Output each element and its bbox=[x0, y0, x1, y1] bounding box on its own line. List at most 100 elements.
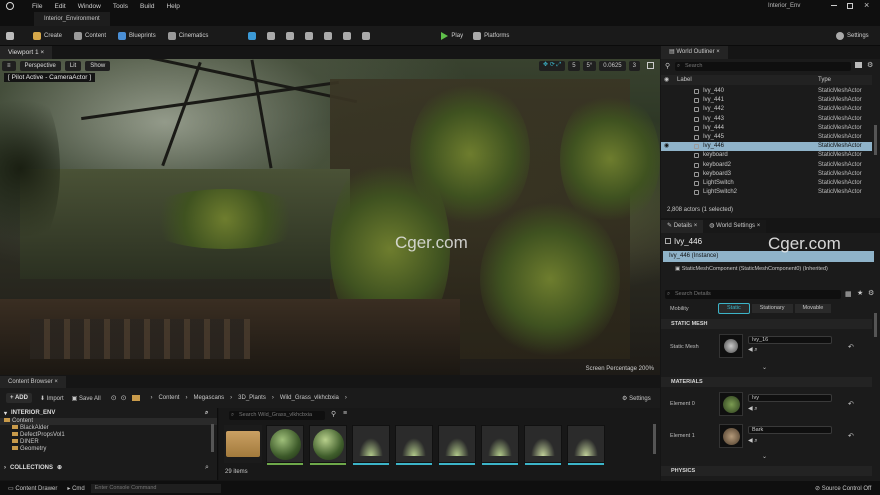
outliner-row[interactable]: keyboard StaticMeshActor bbox=[661, 151, 872, 160]
mobility-movable[interactable]: Movable bbox=[794, 304, 832, 313]
details-search-input[interactable]: ⌕ Search Details bbox=[665, 290, 841, 299]
camera-speed-value[interactable]: 3 bbox=[628, 61, 640, 71]
perspective-button[interactable]: Perspective bbox=[19, 61, 61, 71]
add-folder-icon[interactable] bbox=[855, 62, 862, 68]
outliner-row[interactable]: keyboard2 StaticMeshActor bbox=[661, 161, 872, 170]
menu-build[interactable]: Build bbox=[140, 3, 154, 10]
actor-name-field[interactable]: Ivy_446 bbox=[665, 237, 702, 246]
asset-actions-icons[interactable]: ◀ ⌕ bbox=[748, 437, 758, 445]
asset-thumb-grass-mesh[interactable] bbox=[395, 425, 433, 465]
element0-dropdown[interactable]: Ivy bbox=[748, 394, 832, 402]
animation-button[interactable] bbox=[362, 26, 373, 46]
breadcrumb-item[interactable]: 3D_Plants bbox=[238, 395, 266, 401]
add-collection-icon[interactable]: ⊕ bbox=[57, 464, 62, 471]
pilot-indicator[interactable]: [ Pilot Active - CameraActor ] bbox=[4, 73, 96, 82]
reset-arrow-icon[interactable]: ↶ bbox=[848, 343, 854, 351]
details-scrollbar[interactable] bbox=[874, 313, 877, 337]
menu-file[interactable]: File bbox=[32, 3, 42, 10]
close-tab-icon[interactable]: × bbox=[40, 49, 44, 56]
details-settings-icon[interactable]: ⚙ bbox=[868, 289, 874, 297]
world-outliner-tab[interactable]: ▤ World Outliner × bbox=[661, 46, 728, 59]
cb-settings-button[interactable]: ⚙ Settings bbox=[622, 395, 651, 402]
mobility-stationary[interactable]: Stationary bbox=[751, 304, 793, 313]
expand-chevron-icon[interactable]: ⌄ bbox=[762, 364, 767, 371]
sort-icon[interactable]: ≡ bbox=[343, 410, 347, 417]
section-materials[interactable]: MATERIALS bbox=[661, 377, 872, 387]
asset-thumb-material[interactable] bbox=[266, 425, 304, 465]
asset-thumb-grass-mesh[interactable] bbox=[352, 425, 390, 465]
sources-header[interactable]: ▾ INTERIOR_ENV ⌕ bbox=[0, 408, 217, 418]
tree-item-folder[interactable]: DINER bbox=[0, 439, 217, 446]
menu-window[interactable]: Window bbox=[78, 3, 101, 10]
save-all-button[interactable]: ▣ Save All bbox=[72, 395, 101, 402]
outliner-row[interactable]: Ivy_444 StaticMeshActor bbox=[661, 124, 872, 133]
search-icon[interactable]: ⌕ bbox=[205, 464, 209, 472]
brush-edit-button[interactable] bbox=[343, 26, 354, 46]
column-label[interactable]: Label bbox=[677, 75, 692, 85]
content-button[interactable]: Content bbox=[74, 26, 106, 46]
breadcrumb-item[interactable]: Megascans bbox=[193, 395, 224, 401]
minimize-icon[interactable] bbox=[831, 5, 837, 6]
create-button[interactable]: Create bbox=[33, 26, 62, 46]
breadcrumb-item[interactable]: Wild_Grass_vlkhcbxia bbox=[280, 395, 339, 401]
import-button[interactable]: ⬇ Import bbox=[40, 395, 64, 402]
mesh-paint-button[interactable] bbox=[305, 26, 316, 46]
asset-thumb-grass-mesh[interactable] bbox=[524, 425, 562, 465]
scale-snap-value[interactable]: 0.0625 bbox=[599, 61, 626, 71]
favorite-star-icon[interactable]: ★ bbox=[857, 289, 863, 297]
component-row[interactable]: ▣ StaticMeshComponent (StaticMeshCompone… bbox=[675, 266, 828, 272]
outliner-row[interactable]: Ivy_441 StaticMeshActor bbox=[661, 96, 872, 105]
outliner-row[interactable]: LightSwitch StaticMeshActor bbox=[661, 179, 872, 188]
history-forward-icon[interactable]: ⊙ bbox=[121, 394, 127, 402]
fracture-button[interactable] bbox=[324, 26, 335, 46]
tree-item-folder[interactable]: Geometry bbox=[0, 446, 217, 453]
reset-arrow-icon[interactable]: ↶ bbox=[848, 400, 854, 408]
landscape-mode-button[interactable] bbox=[267, 26, 278, 46]
details-tab[interactable]: ✎ Details × bbox=[661, 220, 704, 233]
world-settings-tab[interactable]: ◍ World Settings × bbox=[703, 220, 767, 233]
filter-icon[interactable]: ⚲ bbox=[331, 410, 336, 418]
viewport-tab[interactable]: Viewport 1 × bbox=[0, 46, 53, 59]
history-back-icon[interactable]: ⊙ bbox=[111, 394, 117, 402]
menu-help[interactable]: Help bbox=[166, 3, 179, 10]
mobility-static[interactable]: Static bbox=[718, 303, 750, 314]
static-mesh-dropdown[interactable]: Ivy_16 bbox=[748, 336, 832, 344]
static-mesh-thumbnail[interactable] bbox=[719, 334, 743, 358]
expand-chevron-icon[interactable]: ⌄ bbox=[762, 453, 767, 460]
console-input[interactable]: Enter Console Command bbox=[90, 483, 221, 493]
viewport-options-button[interactable]: ≡ bbox=[2, 61, 16, 71]
show-button[interactable]: Show bbox=[85, 61, 111, 71]
menu-tools[interactable]: Tools bbox=[113, 3, 128, 10]
outliner-search-input[interactable]: ⌕ Search bbox=[675, 62, 851, 71]
asset-actions-icons[interactable]: ◀ ⌕ bbox=[748, 405, 758, 413]
property-matrix-icon[interactable]: ▦ bbox=[845, 290, 852, 298]
grid-snap-value[interactable]: 5 bbox=[568, 61, 580, 71]
outliner-row[interactable]: keyboard3 StaticMeshActor bbox=[661, 170, 872, 179]
element1-dropdown[interactable]: Bark bbox=[748, 426, 832, 434]
asset-thumb-folder[interactable] bbox=[224, 425, 262, 463]
tree-scrollbar[interactable] bbox=[211, 424, 214, 452]
outliner-row[interactable]: Ivy_443 StaticMeshActor bbox=[661, 115, 872, 124]
level-tab[interactable]: Interior_Environment bbox=[34, 12, 110, 26]
tree-item-folder[interactable]: DefectPropsVol1 bbox=[0, 432, 217, 439]
asset-search-input[interactable]: ⌕ Search Wild_Grass_vlkhcbxia bbox=[229, 411, 325, 420]
element0-thumbnail[interactable] bbox=[719, 392, 743, 416]
save-level-button[interactable] bbox=[6, 26, 17, 46]
blueprints-button[interactable]: Blueprints bbox=[118, 26, 156, 46]
play-button[interactable]: Play bbox=[441, 26, 463, 46]
visibility-eye-icon[interactable]: ◉ bbox=[664, 142, 669, 151]
angle-snap-value[interactable]: 5° bbox=[582, 61, 597, 71]
column-type[interactable]: Type bbox=[818, 75, 831, 85]
search-icon[interactable]: ⌕ bbox=[205, 410, 208, 417]
cinematics-button[interactable]: Cinematics bbox=[167, 26, 208, 46]
unreal-logo-icon[interactable] bbox=[6, 2, 14, 10]
asset-thumb-grass-mesh[interactable] bbox=[438, 425, 476, 465]
foliage-mode-button[interactable] bbox=[286, 26, 297, 46]
transform-tools[interactable]: ✥ ⟳ ⤢ bbox=[539, 61, 566, 71]
section-static-mesh[interactable]: STATIC MESH bbox=[661, 319, 872, 329]
asset-thumb-material[interactable] bbox=[309, 425, 347, 465]
asset-actions-icons[interactable]: ◀ ⌕ bbox=[748, 346, 758, 354]
outliner-row[interactable]: ◉ Ivy_446 StaticMeshActor bbox=[661, 142, 872, 152]
visibility-icon[interactable]: ◉ bbox=[664, 75, 669, 85]
asset-scrollbar[interactable] bbox=[653, 424, 656, 454]
